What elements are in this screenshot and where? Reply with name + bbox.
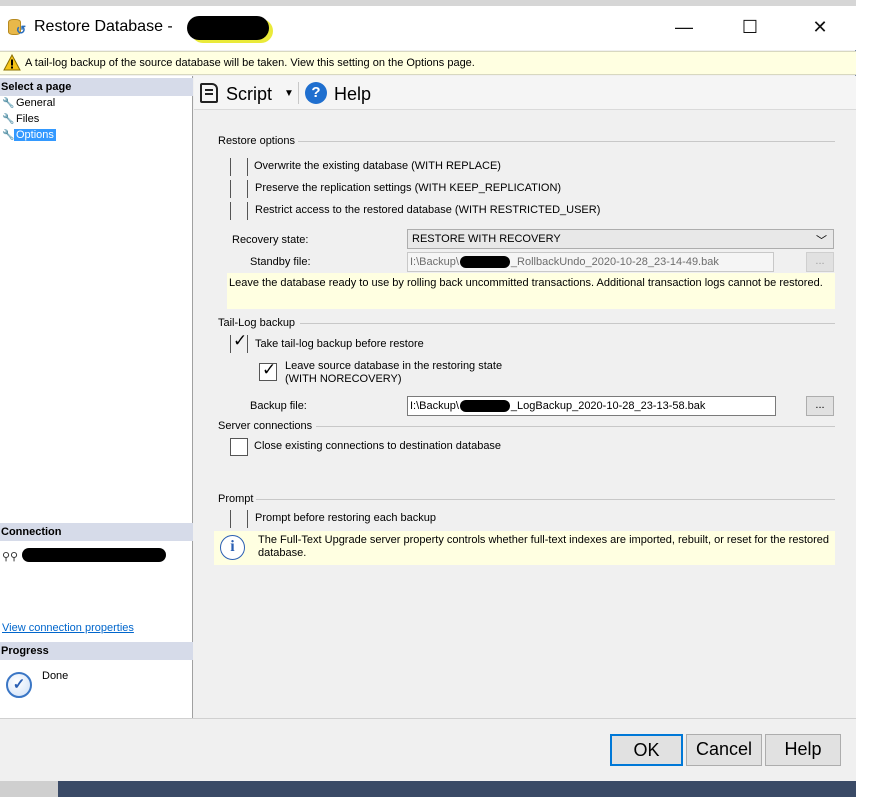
restore-options-title: Restore options (218, 135, 296, 147)
prompt-title: Prompt (218, 493, 254, 505)
standby-file-label: Standby file: (250, 256, 311, 268)
minimize-button[interactable]: — (672, 16, 696, 40)
redacted-region (22, 548, 166, 562)
recovery-state-select[interactable]: RESTORE WITH RECOVERY ﹀ (407, 229, 834, 249)
done-check-icon: ✓ (6, 672, 32, 698)
backup-path-prefix: I:\Backup\ (410, 400, 459, 412)
group-divider (298, 141, 835, 142)
wrench-icon: 🔧 (2, 130, 15, 141)
close-button[interactable]: ✕ (808, 16, 832, 40)
title-bar[interactable]: ↺ Restore Database - — ☐ ✕ (0, 6, 856, 50)
close-connections-checkbox[interactable] (230, 438, 248, 456)
progress-header: Progress (0, 642, 193, 660)
close-connections-label: Close existing connections to destinatio… (254, 440, 502, 452)
overwrite-checkbox[interactable] (230, 158, 248, 176)
sidebar-item-label: Files (16, 113, 40, 125)
group-divider (316, 426, 835, 427)
prompt-before-restore-checkbox[interactable] (230, 510, 248, 528)
full-text-info-line2: database. (258, 547, 307, 559)
sidebar-item-label: Options (14, 129, 56, 141)
options-page: Script ▼ ? Help Restore options Overwrit… (194, 76, 856, 718)
standby-path-prefix: I:\Backup\ (410, 256, 459, 268)
sidebar-item-label: General (16, 97, 56, 109)
backup-path-suffix: _LogBackup_2020-10-28_23-13-58.bak (510, 400, 706, 412)
window-title: Restore Database - (34, 18, 173, 35)
ok-button[interactable]: OK (610, 734, 683, 766)
leave-restoring-label-line1: Leave source database in the restoring s… (285, 360, 503, 372)
prompt-before-restore-label: Prompt before restoring each backup (255, 512, 436, 524)
overwrite-label: Overwrite the existing database (WITH RE… (254, 160, 501, 172)
backup-file-input[interactable]: I:\Backup\ _LogBackup_2020-10-28_23-13-58… (407, 396, 776, 416)
help-icon[interactable]: ? (305, 82, 327, 104)
server-connection-icon: ⚲⚲ (2, 551, 19, 563)
wrench-icon: 🔧 (2, 114, 15, 125)
help-dialog-button[interactable]: Help (765, 734, 841, 766)
recovery-state-label: Recovery state: (232, 234, 309, 246)
recovery-state-description: Leave the database ready to use by rolli… (227, 273, 835, 309)
sidebar-item-general[interactable]: 🔧 General (2, 97, 57, 111)
full-text-info-line1: The Full-Text Upgrade server property co… (258, 534, 830, 546)
checkmark-icon: ✓ (233, 331, 248, 350)
group-divider (256, 499, 835, 500)
maximize-button[interactable]: ☐ (738, 16, 762, 40)
toolbar-separator (298, 82, 299, 104)
sidebar-item-files[interactable]: 🔧 Files (2, 113, 41, 127)
restore-database-icon: ↺ (6, 16, 28, 38)
full-text-info-note: i The Full-Text Upgrade server property … (214, 531, 835, 565)
background-area (0, 781, 58, 797)
background-area (58, 781, 856, 797)
tail-log-title: Tail-Log backup (218, 317, 296, 329)
server-connections-title: Server connections (218, 420, 313, 432)
chevron-down-icon: ﹀ (816, 235, 827, 247)
redacted-region (187, 16, 269, 40)
preserve-replication-label: Preserve the replication settings (WITH … (255, 182, 562, 194)
warning-infobar: A tail-log backup of the source database… (0, 51, 856, 75)
leave-restoring-checkbox[interactable]: ✓ (259, 360, 277, 381)
group-divider (300, 323, 835, 324)
restrict-access-label: Restrict access to the restored database… (255, 204, 601, 216)
script-icon (200, 83, 218, 103)
standby-browse-button[interactable]: ... (806, 252, 834, 272)
script-dropdown-arrow[interactable]: ▼ (284, 88, 294, 99)
leave-restoring-label-line2: (WITH NORECOVERY) (285, 373, 402, 385)
view-connection-properties-link[interactable]: View connection properties (2, 622, 134, 634)
redacted-region (459, 400, 510, 413)
script-button[interactable]: Script (226, 84, 272, 105)
progress-status: Done (42, 670, 69, 682)
background-area (856, 0, 888, 797)
checkmark-icon: ✓ (262, 360, 277, 379)
toolbar: Script ▼ ? Help (194, 76, 856, 110)
standby-file-input[interactable]: I:\Backup\ _RollbackUndo_2020-10-28_23-14… (407, 252, 774, 272)
wrench-icon: 🔧 (2, 98, 15, 109)
restrict-access-checkbox[interactable] (230, 202, 248, 220)
backup-file-label: Backup file: (250, 400, 307, 412)
restore-database-dialog: ↺ Restore Database - — ☐ ✕ A tail-log ba… (0, 6, 856, 781)
take-tail-log-label: Take tail-log backup before restore (255, 338, 424, 350)
left-pane: Select a page 🔧 General 🔧 Files 🔧 Options C… (0, 76, 193, 718)
standby-path-suffix: _RollbackUndo_2020-10-28_23-14-49.bak (510, 256, 719, 268)
preserve-replication-checkbox[interactable] (230, 180, 248, 198)
take-tail-log-checkbox[interactable]: ✓ (230, 331, 248, 353)
sidebar-item-options[interactable]: 🔧 Options (2, 129, 56, 143)
select-page-header: Select a page (0, 78, 193, 96)
infobar-text: A tail-log backup of the source database… (25, 57, 475, 69)
info-icon: i (220, 535, 245, 560)
connection-header: Connection (0, 523, 193, 541)
warning-icon (3, 54, 21, 71)
recovery-state-value: RESTORE WITH RECOVERY (412, 233, 561, 245)
cancel-button[interactable]: Cancel (686, 734, 762, 766)
backup-browse-button[interactable]: ... (806, 396, 834, 416)
redacted-region (459, 256, 510, 269)
help-button[interactable]: Help (334, 84, 371, 105)
dialog-button-bar: OK Cancel Help (0, 718, 856, 781)
